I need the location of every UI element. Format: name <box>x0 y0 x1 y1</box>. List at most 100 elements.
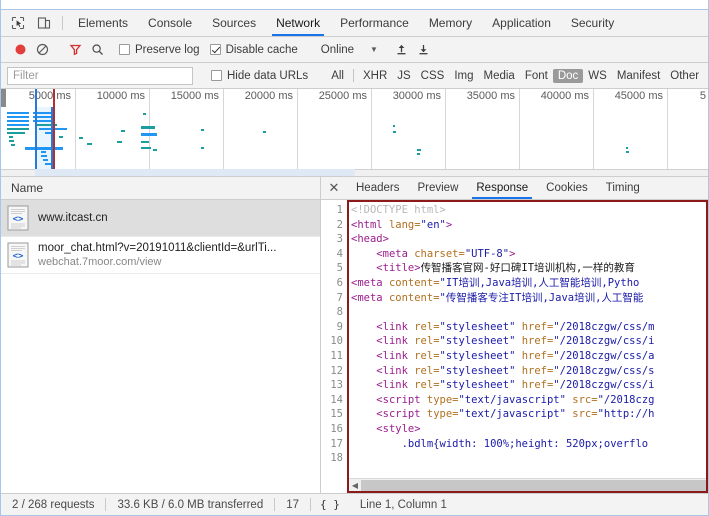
pretty-print-button[interactable]: { } <box>311 498 349 511</box>
request-name: moor_chat.html?v=20191011&clientId=&urlT… <box>38 242 277 254</box>
import-har-icon[interactable] <box>391 39 413 61</box>
overview-tick-label: 30000 ms <box>392 90 441 102</box>
request-list-header[interactable]: Name <box>1 177 320 200</box>
code-token: <link <box>376 379 415 392</box>
tab-console[interactable]: Console <box>138 10 202 36</box>
tab-elements[interactable]: Elements <box>68 10 138 36</box>
tab-application[interactable]: Application <box>482 10 561 36</box>
code-token: <!DOCTYPE html> <box>351 204 446 216</box>
code-lines[interactable]: <!DOCTYPE html> <html lang="en"> <head> <m… <box>349 202 706 466</box>
tab-cookies[interactable]: Cookies <box>537 177 597 199</box>
code-token: lang= <box>388 218 421 231</box>
filter-funnel-icon[interactable] <box>64 39 86 61</box>
tab-label: Elements <box>78 16 129 30</box>
tab-security[interactable]: Security <box>561 10 624 36</box>
column-header-name: Name <box>11 181 44 195</box>
code-token: href= <box>515 364 554 377</box>
filter-type-label: XHR <box>362 69 388 82</box>
network-content-split: Name <> www.itcast.cn <> moor_chat.html?… <box>1 177 708 493</box>
filter-type-other[interactable]: Other <box>665 69 704 83</box>
inspect-element-icon[interactable] <box>5 10 31 36</box>
filter-type-css[interactable]: CSS <box>416 69 450 83</box>
export-har-icon[interactable] <box>413 39 435 61</box>
filter-type-label: All <box>331 69 344 82</box>
code-line-number: 16 <box>330 422 343 435</box>
code-line: <link rel="stylesheet" href="/2018czgw/c… <box>351 320 706 335</box>
code-line-number: 1 <box>336 204 343 216</box>
filter-type-label: Manifest <box>616 69 661 82</box>
disable-cache-checkbox[interactable] <box>209 44 221 55</box>
record-button-icon[interactable] <box>9 39 31 61</box>
code-line-number: 4 <box>336 247 343 260</box>
tab-memory[interactable]: Memory <box>419 10 482 36</box>
scroll-left-arrow-icon[interactable]: ◀ <box>349 481 361 490</box>
request-rows: <> www.itcast.cn <> moor_chat.html?v=201… <box>1 200 320 493</box>
response-code-viewer[interactable]: 1 2 3 4 5 6 7 8 9 10 11 12 13 14 15 16 17 18 <!DOCTYPE ht… <box>321 200 708 493</box>
code-token: <script <box>376 408 427 421</box>
code-line: <meta charset="UTF-8"> <box>351 247 706 262</box>
code-token: "en" <box>420 218 446 231</box>
overview-tick-label: 35000 ms <box>466 90 515 102</box>
device-toolbar-icon[interactable] <box>31 10 57 36</box>
tab-performance[interactable]: Performance <box>330 10 419 36</box>
resource-type-filters: All XHR JS CSS Img Media Font Doc WS Man… <box>326 68 704 83</box>
filter-type-media[interactable]: Media <box>479 69 520 83</box>
filter-type-all[interactable]: All <box>326 69 349 83</box>
filter-type-font[interactable]: Font <box>520 69 553 83</box>
detail-tab-label: Cookies <box>546 182 588 194</box>
code-token: <style> <box>376 422 421 435</box>
code-content-box[interactable]: <!DOCTYPE html> <html lang="en"> <head> <m… <box>347 200 708 493</box>
filter-type-xhr[interactable]: XHR <box>358 69 392 83</box>
code-line-number: 3 <box>336 233 343 246</box>
overview-gridline <box>371 89 372 176</box>
code-token: rel= <box>414 379 440 392</box>
filter-type-ws[interactable]: WS <box>583 69 612 83</box>
hide-data-urls-checkbox-group[interactable]: Hide data URLs <box>211 70 308 82</box>
status-requests: 2 / 268 requests <box>12 498 95 511</box>
request-name: www.itcast.cn <box>38 212 108 224</box>
filter-type-label: JS <box>397 69 411 82</box>
code-token: href= <box>515 335 554 348</box>
code-horizontal-scrollbar[interactable]: ◀ <box>349 478 706 491</box>
tab-preview[interactable]: Preview <box>408 177 467 199</box>
filter-type-label: WS <box>588 69 607 82</box>
disable-cache-checkbox-group[interactable]: Disable cache <box>209 44 298 56</box>
code-scrollbar-thumb[interactable] <box>361 479 706 491</box>
tab-headers[interactable]: Headers <box>347 177 408 199</box>
code-token: 传智播客官网-好口碑IT培训机构,一样的教育 <box>420 262 635 275</box>
hide-data-urls-checkbox[interactable] <box>211 70 222 81</box>
overview-scrollbar-thumb[interactable] <box>35 169 355 176</box>
table-row[interactable]: <> moor_chat.html?v=20191011&clientId=&u… <box>1 237 320 274</box>
search-icon[interactable] <box>86 39 108 61</box>
filter-input[interactable]: Filter <box>7 66 193 85</box>
tab-network[interactable]: Network <box>266 10 330 36</box>
detail-tab-bar: ✕ Headers Preview Response Cookies Timin… <box>321 177 708 200</box>
preserve-log-checkbox[interactable] <box>119 44 130 55</box>
code-line: <link rel="stylesheet" href="/2018czgw/c… <box>351 334 706 349</box>
code-line-number: 6 <box>336 276 343 289</box>
table-row[interactable]: <> www.itcast.cn <box>1 200 320 237</box>
tab-label: Performance <box>340 16 409 30</box>
code-token: <meta <box>351 291 389 304</box>
code-token: "stylesheet" <box>439 335 516 348</box>
filter-type-img[interactable]: Img <box>449 69 478 83</box>
overview-selection-window[interactable] <box>35 107 53 170</box>
preserve-log-checkbox-group[interactable]: Preserve log <box>119 44 200 56</box>
window-top-strip <box>1 0 708 9</box>
clear-requests-icon[interactable] <box>31 39 53 61</box>
svg-text:<>: <> <box>13 252 24 262</box>
tab-timing[interactable]: Timing <box>597 177 649 199</box>
filter-type-js[interactable]: JS <box>392 69 415 83</box>
tab-response[interactable]: Response <box>467 177 537 199</box>
tab-sources[interactable]: Sources <box>202 10 266 36</box>
request-detail-pane: ✕ Headers Preview Response Cookies Timin… <box>321 177 708 493</box>
network-timeline-overview[interactable]: 5000 ms 10000 ms 15000 ms 20000 ms 25000… <box>1 89 708 177</box>
detail-tab-label: Headers <box>356 182 400 194</box>
close-icon[interactable]: ✕ <box>321 177 347 199</box>
filter-type-manifest[interactable]: Manifest <box>612 69 665 83</box>
filter-type-doc[interactable]: Doc <box>552 68 584 83</box>
throttling-select[interactable]: Online ▼ <box>319 44 380 56</box>
tab-label: Memory <box>428 16 473 30</box>
